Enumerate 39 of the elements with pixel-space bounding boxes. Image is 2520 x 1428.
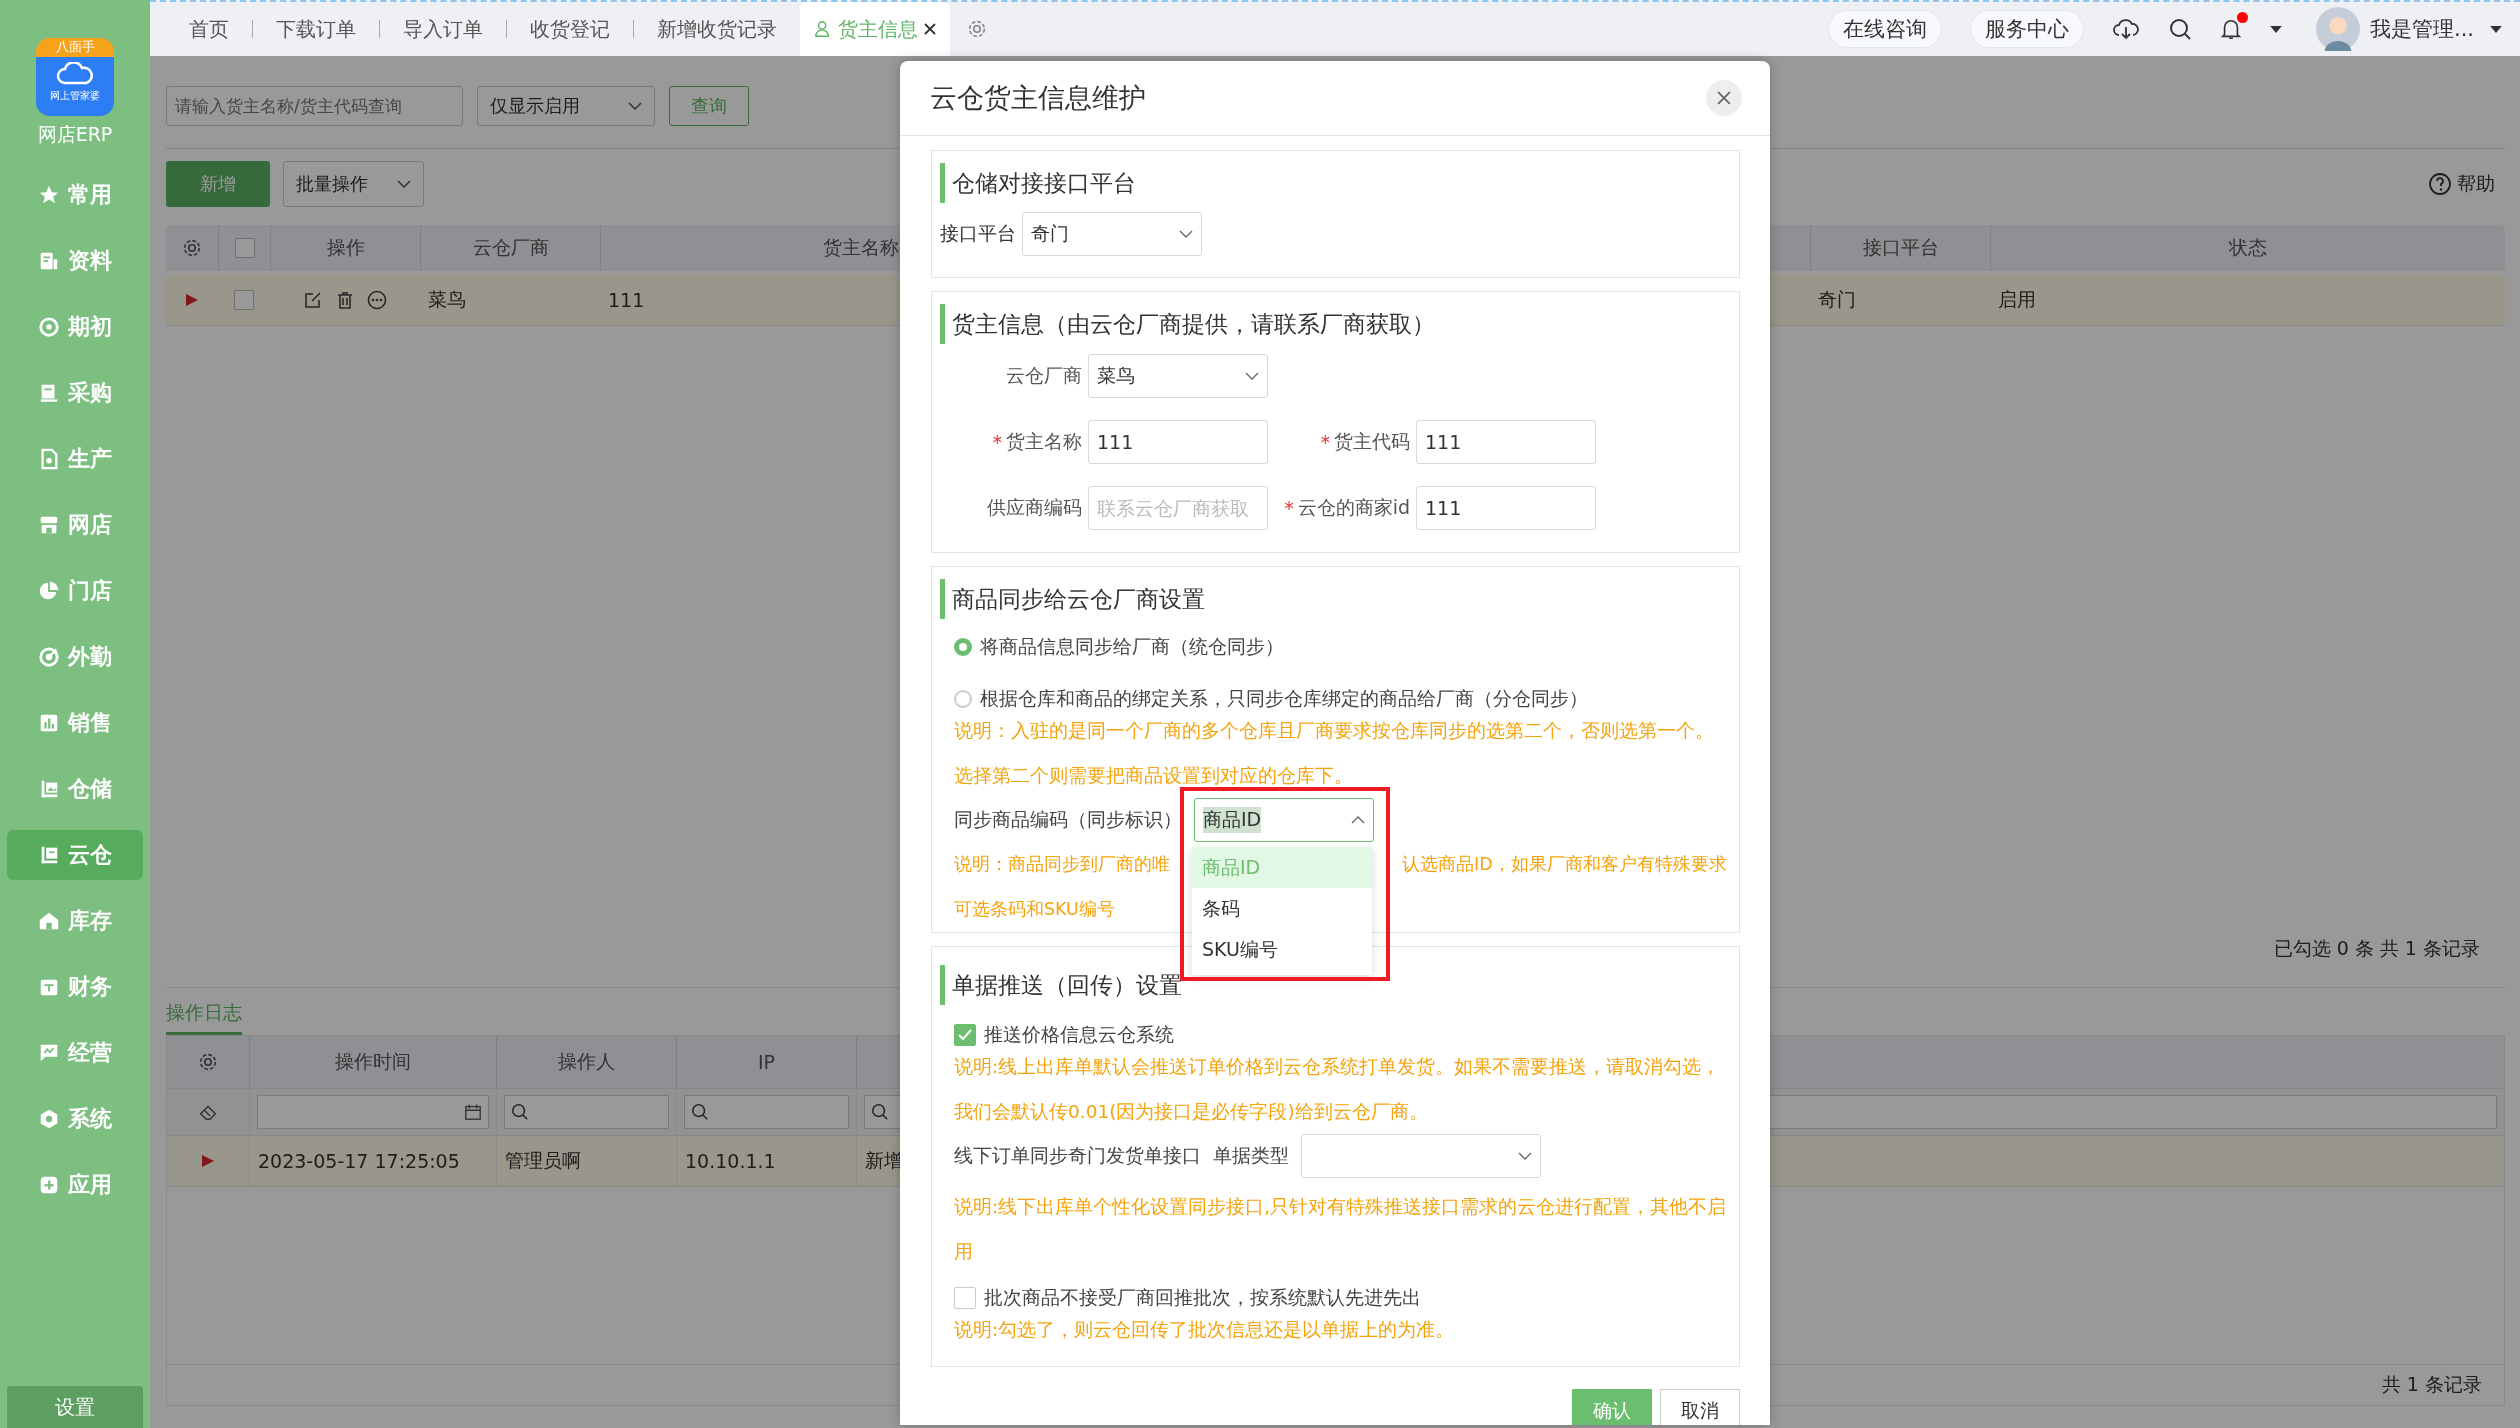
section-heading: 商品同步给云仓厂商设置 — [940, 579, 1729, 619]
column-header: 接口平台 — [1810, 225, 1990, 271]
column-header: 状态 — [1990, 225, 2505, 271]
table-cell-text: 奇门 — [1818, 287, 1856, 312]
app-name: 网店ERP — [37, 122, 113, 147]
table-cell: 10.10.1.1 — [676, 1136, 856, 1186]
note-text: 认选商品ID，如果厂商和客户有特殊要求 — [1402, 853, 1727, 876]
required-mark: * — [1320, 431, 1330, 453]
table-cell-text: 启用 — [1998, 287, 2036, 312]
logo-text: 八面手 — [55, 38, 95, 56]
note-text: 可选条码和SKU编号 — [954, 898, 1115, 921]
required-mark: * — [1284, 497, 1294, 519]
note-text: 说明：商品同步到厂商的唯 — [954, 853, 1170, 876]
table-cell: 111 — [608, 289, 645, 311]
column-header: 操作 — [270, 225, 420, 271]
section-heading: 货主信息（由云仓厂商提供，请联系厂商获取） — [940, 304, 1729, 344]
logo-caption: 网上管家婆 — [50, 89, 100, 103]
field-label: 单据类型 — [1213, 1143, 1289, 1168]
record-count: 共 1 条记录 — [2381, 1372, 2482, 1397]
field-label: 线下订单同步奇门发货单接口 — [954, 1143, 1201, 1168]
column-header: 云仓厂商 — [420, 225, 600, 271]
field-label: 货主名称 — [1006, 429, 1082, 454]
table-cell: 管理员啊 — [496, 1136, 676, 1186]
note-text: 说明:勾选了，则云仓回传了批次信息还是以单据上的为准。 — [953, 1318, 1456, 1342]
dialog-title: 云仓货主信息维护 — [930, 81, 1146, 115]
required-mark: * — [992, 431, 1002, 453]
field-label: 云仓厂商 — [1006, 363, 1082, 388]
field-label: 供应商编码 — [987, 495, 1082, 520]
table-cell-text: 菜鸟 — [428, 287, 466, 312]
field-label: 货主代码 — [1334, 429, 1410, 454]
section-heading: 仓储对接接口平台 — [940, 163, 1729, 203]
note-text: 说明:线上出库单默认会推送订单价格到云仓系统打单发货。如果不需要推送，请取消勾选，我们会默认传0.01(因为接口是必传字段)给到云仓厂商。 — [953, 1055, 1722, 1124]
section-heading: 单据推送（回传）设置 — [940, 965, 1729, 1005]
field-label: 云仓的商家id — [1297, 495, 1410, 520]
note-text: 说明:线下出库单个性化设置同步接口,只针对有特殊推送接口需求的云仓进行配置，其他不启用 — [953, 1195, 1728, 1264]
note-text: 说明：入驻的是同一个厂商的多个仓库且厂商要求按仓库同步的选第二个，否则选第一个。选择第二个则需要把商品设置到对应的仓库下。 — [953, 719, 1715, 788]
field-label: 同步商品编码（同步标识） — [954, 807, 1182, 832]
selection-summary: 已勾选 0 条 共 1 条记录 — [2273, 936, 2480, 961]
table-cell: 2023-05-17 17:25:05 — [249, 1136, 496, 1186]
